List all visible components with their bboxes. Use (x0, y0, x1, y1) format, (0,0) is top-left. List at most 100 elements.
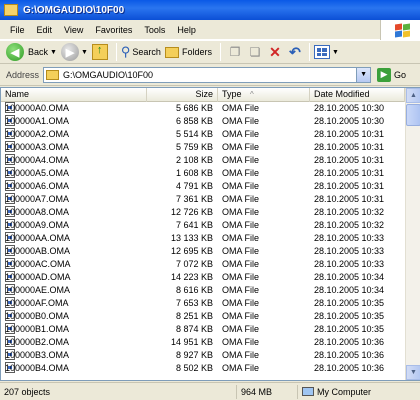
file-size: 8 502 KB (175, 363, 213, 373)
file-type: OMA File (222, 272, 260, 282)
file-type: OMA File (222, 181, 260, 191)
search-icon: ⚲ (120, 44, 131, 59)
file-date: 28.10.2005 10:31 (314, 194, 385, 204)
file-name-text: 100000A1.OMA (5, 116, 70, 126)
column-date-modified[interactable]: Date Modified (310, 88, 405, 102)
chevron-down-icon[interactable]: ▼ (356, 67, 371, 82)
vertical-scrollbar[interactable]: ▲ ▼ (405, 88, 420, 380)
search-button[interactable]: ⚲ Search (121, 42, 161, 62)
views-button[interactable]: ▼ (313, 42, 339, 62)
file-type: OMA File (222, 220, 260, 230)
back-button[interactable]: ◀ Back ▼ (6, 42, 57, 62)
file-row[interactable]: 100000A0.OMA 5 686 KB OMA File 28.10.2005 1… (1, 102, 405, 115)
file-type: OMA File (222, 142, 260, 152)
file-date: 28.10.2005 10:32 (314, 220, 385, 230)
column-size[interactable]: Size (147, 88, 218, 102)
scroll-thumb[interactable] (406, 104, 420, 126)
toolbar-divider (115, 43, 117, 61)
file-type: OMA File (222, 311, 260, 321)
file-row[interactable]: 100000A6.OMA 4 791 KB OMA File 28.10.2005 1… (1, 180, 405, 193)
status-total-size: 964 MB (236, 385, 272, 399)
file-row[interactable]: 100000AE.OMA 8 616 KB OMA File 28.10.2005 1… (1, 284, 405, 297)
scroll-up-icon[interactable]: ▲ (406, 88, 420, 103)
go-arrow-icon: ▶ (377, 67, 392, 82)
scroll-down-icon[interactable]: ▼ (406, 365, 420, 380)
file-size: 8 616 KB (175, 285, 213, 295)
back-label: Back (28, 47, 49, 57)
file-type: OMA File (222, 233, 260, 243)
chevron-down-icon: ▼ (50, 48, 57, 56)
file-size: 5 686 KB (175, 103, 213, 113)
file-row[interactable]: 100000B2.OMA 14 951 KB OMA File 28.10.2005 … (1, 336, 405, 349)
file-row[interactable]: 100000B1.OMA 8 874 KB OMA File 28.10.2005 1… (1, 323, 405, 336)
menu-view[interactable]: View (58, 25, 89, 35)
file-size: 12 726 KB (170, 207, 213, 217)
file-date: 28.10.2005 10:31 (314, 181, 385, 191)
status-location-label: My Computer (317, 387, 372, 397)
file-list[interactable]: Name Size Type ^ Date Modified 100000A0.… (0, 87, 420, 381)
folders-button[interactable]: Folders (164, 42, 212, 62)
file-row[interactable]: 100000AD.OMA 14 223 KB OMA File 28.10.2005 … (1, 271, 405, 284)
menu-help[interactable]: Help (171, 25, 202, 35)
move-to-icon[interactable]: ❐ (227, 44, 243, 60)
title-bar[interactable]: G:\OMGAUDIO\10F00 (0, 0, 420, 20)
file-row[interactable]: 100000A4.OMA 2 108 KB OMA File 28.10.2005 1… (1, 154, 405, 167)
file-row[interactable]: 100000B0.OMA 8 251 KB OMA File 28.10.2005 1… (1, 310, 405, 323)
file-row[interactable]: 100000A8.OMA 12 726 KB OMA File 28.10.2005 … (1, 206, 405, 219)
file-type: OMA File (222, 103, 260, 113)
address-bar: Address G:\OMGAUDIO\10F00 ▼ ▶ Go (0, 64, 420, 86)
computer-icon (302, 387, 314, 396)
column-type-label: Type (222, 89, 242, 99)
sort-ascending-icon: ^ (250, 90, 254, 99)
file-row[interactable]: 100000A7.OMA 7 361 KB OMA File 28.10.2005 1… (1, 193, 405, 206)
file-name-text: 100000AA.OMA (5, 233, 71, 243)
file-name-text: 100000A5.OMA (5, 168, 70, 178)
file-name-text: 100000A7.OMA (5, 194, 70, 204)
column-type[interactable]: Type ^ (218, 88, 310, 102)
column-name[interactable]: Name (1, 88, 147, 102)
menu-file[interactable]: File (4, 25, 31, 35)
file-name-text: 100000AC.OMA (5, 259, 71, 269)
file-name-text: 100000B2.OMA (5, 337, 70, 347)
back-arrow-icon: ◀ (6, 43, 24, 61)
file-date: 28.10.2005 10:36 (314, 337, 385, 347)
file-row[interactable]: 100000B4.OMA 8 502 KB OMA File 28.10.2005 1… (1, 362, 405, 375)
toolbar: ◀ Back ▼ ▶ ▼ ⚲ Search Folders ❐ ❏ ✕ ↶ ▼ (0, 40, 420, 64)
file-date: 28.10.2005 10:34 (314, 285, 385, 295)
forward-button[interactable]: ▶ ▼ (60, 42, 88, 62)
folders-label: Folders (181, 47, 212, 57)
delete-icon[interactable]: ✕ (267, 44, 283, 60)
file-rows: 100000A0.OMA 5 686 KB OMA File 28.10.2005 1… (1, 102, 405, 382)
file-type: OMA File (222, 337, 260, 347)
menu-tools[interactable]: Tools (138, 25, 171, 35)
file-row[interactable]: 100000A2.OMA 5 514 KB OMA File 28.10.2005 1… (1, 128, 405, 141)
file-name-text: 100000AB.OMA (5, 246, 71, 256)
file-size: 14 223 KB (170, 272, 213, 282)
file-row[interactable]: 100000AB.OMA 12 695 KB OMA File 28.10.2005 … (1, 245, 405, 258)
file-name-text: 100000A6.OMA (5, 181, 70, 191)
file-row[interactable]: 100000A1.OMA 6 858 KB OMA File 28.10.2005 1… (1, 115, 405, 128)
file-row[interactable]: 100000A9.OMA 7 641 KB OMA File 28.10.2005 1… (1, 219, 405, 232)
up-folder-button[interactable] (91, 42, 108, 62)
go-button[interactable]: ▶ Go (377, 67, 407, 82)
window-title: G:\OMGAUDIO\10F00 (23, 4, 125, 16)
file-date: 28.10.2005 10:31 (314, 155, 385, 165)
file-type: OMA File (222, 168, 260, 178)
file-date: 28.10.2005 10:31 (314, 168, 385, 178)
file-row[interactable]: 100000AF.OMA 7 653 KB OMA File 28.10.2005 1… (1, 297, 405, 310)
file-row[interactable]: 100000A5.OMA 1 608 KB OMA File 28.10.2005 1… (1, 167, 405, 180)
undo-icon[interactable]: ↶ (287, 44, 303, 60)
menu-favorites[interactable]: Favorites (89, 25, 138, 35)
file-type: OMA File (222, 350, 260, 360)
file-row[interactable]: 100000AA.OMA 13 133 KB OMA File 28.10.2005 … (1, 232, 405, 245)
file-date: 28.10.2005 10:35 (314, 298, 385, 308)
file-row[interactable]: 100000B3.OMA 8 927 KB OMA File 28.10.2005 1… (1, 349, 405, 362)
file-size: 1 608 KB (175, 168, 213, 178)
copy-to-icon[interactable]: ❏ (247, 44, 263, 60)
go-label: Go (394, 69, 407, 80)
address-input[interactable]: G:\OMGAUDIO\10F00 ▼ (43, 66, 372, 83)
menu-edit[interactable]: Edit (31, 25, 59, 35)
file-row[interactable]: 100000AC.OMA 7 072 KB OMA File 28.10.2005 1… (1, 258, 405, 271)
file-row[interactable]: 100000A3.OMA 5 759 KB OMA File 28.10.2005 1… (1, 141, 405, 154)
file-size: 4 791 KB (175, 181, 213, 191)
